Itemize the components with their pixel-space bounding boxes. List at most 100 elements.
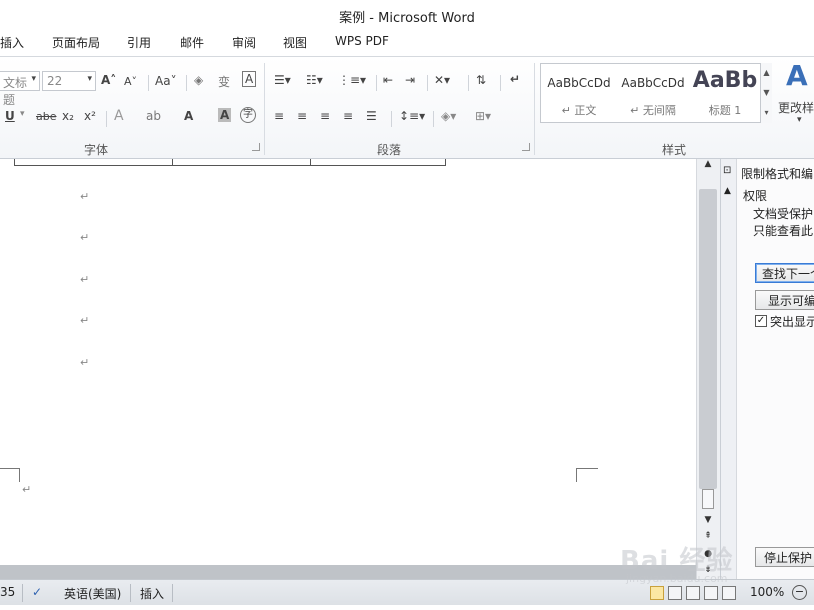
font-color-button[interactable]: A [184, 109, 193, 123]
styles-gallery-scroll[interactable]: ▲ ▼ ▾ [760, 63, 772, 123]
proofing-status-icon[interactable]: ✓ [32, 585, 42, 599]
dialog-launcher-icon[interactable] [252, 143, 260, 151]
scroll-down-icon[interactable]: ▼ [699, 515, 717, 529]
pane-title: 限制格式和编 [741, 167, 814, 181]
tab-review[interactable]: 审阅 [232, 34, 256, 51]
change-case-button[interactable]: Aa˅ [155, 74, 177, 88]
expand-gallery-icon[interactable]: ▾ [761, 103, 772, 123]
superscript-button[interactable]: x² [84, 109, 96, 123]
table-border [310, 159, 311, 166]
multilevel-list-button[interactable]: ⋮≡▾ [338, 73, 366, 87]
numbering-button[interactable]: ☷▾ [306, 73, 323, 87]
clear-format-button[interactable]: ◈ [194, 73, 203, 87]
tab-view[interactable]: 视图 [283, 34, 307, 51]
document-canvas[interactable]: ↵ ↵ ↵ ↵ ↵ ↵ [0, 159, 696, 579]
scrollbar-grip-icon[interactable] [702, 489, 714, 509]
font-size-combo[interactable]: 22 ▾ [42, 71, 96, 91]
shading-button[interactable]: ◈▾ [441, 109, 456, 123]
group-divider [534, 63, 535, 155]
highlight-button[interactable]: ab [146, 109, 161, 123]
group-divider [264, 63, 265, 155]
change-styles-icon[interactable]: A [786, 59, 808, 92]
vertical-scrollbar[interactable]: ▲ ▼ ⇞ ● ⇟ [696, 159, 720, 579]
dialog-launcher-icon[interactable] [522, 143, 530, 151]
style-heading-1[interactable]: AaBb 标题 1 [689, 64, 761, 122]
tab-insert[interactable]: 插入 [0, 34, 24, 51]
show-editable-regions-button[interactable]: 显示可编 [755, 290, 814, 310]
char-shading-button[interactable]: A [218, 108, 232, 122]
style-preview: AaBb [692, 68, 758, 93]
align-right-button[interactable]: ≡ [320, 109, 330, 123]
baidu-watermark: Bai 经验 jingyan.baidu.com [620, 530, 790, 590]
divider [500, 75, 501, 91]
paragraph-mark: ↵ [80, 356, 90, 369]
styles-gallery: AaBbCcDd ↵ 正文 AaBbCcDd ↵ 无间隔 AaBb 标题 1 [540, 63, 770, 123]
chevron-down-icon[interactable]: ▾ [20, 109, 25, 119]
sort-button[interactable]: ⇅ [476, 73, 486, 87]
minus-icon: − [794, 585, 805, 598]
divider [130, 584, 131, 602]
pane-side-strip: ⊡ ▲ [721, 159, 737, 579]
change-styles-button[interactable]: 更改样 [778, 99, 814, 116]
decrease-indent-button[interactable]: ⇤ [383, 73, 393, 87]
chevron-down-icon[interactable]: ▼ [761, 83, 772, 103]
subscript-button[interactable]: x₂ [62, 109, 74, 123]
increase-indent-button[interactable]: ⇥ [405, 73, 415, 87]
protected-notice: 文档受保护 [753, 207, 814, 221]
shrink-font-button[interactable]: A˅ [124, 75, 137, 88]
enclosed-char-button[interactable]: 字 [240, 107, 256, 123]
divider [427, 75, 428, 91]
paragraph-group-label: 段落 [377, 143, 402, 157]
grow-font-button[interactable]: A˄ [101, 73, 116, 87]
justify-button[interactable]: ≡ [343, 109, 353, 123]
strikethrough-button[interactable]: abe [36, 110, 57, 123]
ruler-toggle-icon[interactable]: ▲ [699, 159, 717, 173]
table-border [172, 159, 173, 166]
highlight-regions-checkbox[interactable]: ✓ [755, 315, 767, 327]
pane-options-icon[interactable]: ⊡ [723, 165, 731, 176]
align-left-button[interactable]: ≡ [274, 109, 284, 123]
zoom-out-button[interactable]: − [792, 585, 807, 600]
align-center-button[interactable]: ≡ [297, 109, 307, 123]
tab-wps-pdf[interactable]: WPS PDF [335, 34, 389, 48]
style-normal[interactable]: AaBbCcDd ↵ 正文 [543, 64, 615, 122]
borders-button[interactable]: ⊞▾ [475, 109, 491, 123]
style-name: ↵ 正文 [561, 104, 597, 117]
divider [468, 75, 469, 91]
line-spacing-button[interactable]: ↕≡▾ [399, 109, 425, 123]
style-no-spacing[interactable]: AaBbCcDd ↵ 无间隔 [617, 64, 689, 122]
page-number-indicator[interactable]: 35 [0, 585, 15, 599]
chevron-down-icon[interactable]: ▾ [797, 115, 802, 125]
divider [22, 584, 23, 602]
tab-mailings[interactable]: 邮件 [180, 34, 204, 51]
show-marks-button[interactable]: ↵ [510, 72, 520, 86]
styles-group-label: 样式 [662, 143, 687, 157]
title-bar: 案例 - Microsoft Word [0, 0, 814, 30]
font-name-combo[interactable]: 文标题 ▾ [0, 71, 40, 107]
divider [106, 111, 107, 127]
paragraph-mark: ↵ [80, 231, 90, 244]
page-gap [0, 565, 720, 579]
tab-page-layout[interactable]: 页面布局 [52, 34, 100, 51]
permissions-heading: 权限 [743, 189, 768, 203]
underline-button[interactable]: U [5, 109, 15, 123]
divider [186, 75, 187, 91]
language-indicator[interactable]: 英语(美国) [64, 585, 121, 602]
chevron-up-icon[interactable]: ▲ [724, 186, 731, 196]
chinese-layout-button[interactable]: ✕▾ [434, 73, 450, 87]
chevron-up-icon[interactable]: ▲ [761, 63, 772, 83]
bullets-button[interactable]: ☰▾ [274, 73, 291, 87]
find-next-region-button[interactable]: 查找下一个 [755, 263, 814, 283]
phonetic-guide-button[interactable]: 变 [218, 73, 230, 90]
insert-mode-indicator[interactable]: 插入 [140, 585, 164, 602]
page-margin-corner [576, 468, 598, 482]
enclose-char-button[interactable]: A [242, 71, 257, 87]
tab-references[interactable]: 引用 [127, 34, 151, 51]
divider [433, 111, 434, 127]
divider [172, 584, 173, 602]
chevron-down-icon: ▾ [87, 74, 92, 84]
distributed-button[interactable]: ☰ [366, 109, 377, 123]
text-effect-button[interactable]: A [114, 108, 124, 124]
scrollbar-thumb[interactable] [699, 189, 717, 489]
font-group-label: 字体 [84, 143, 109, 157]
